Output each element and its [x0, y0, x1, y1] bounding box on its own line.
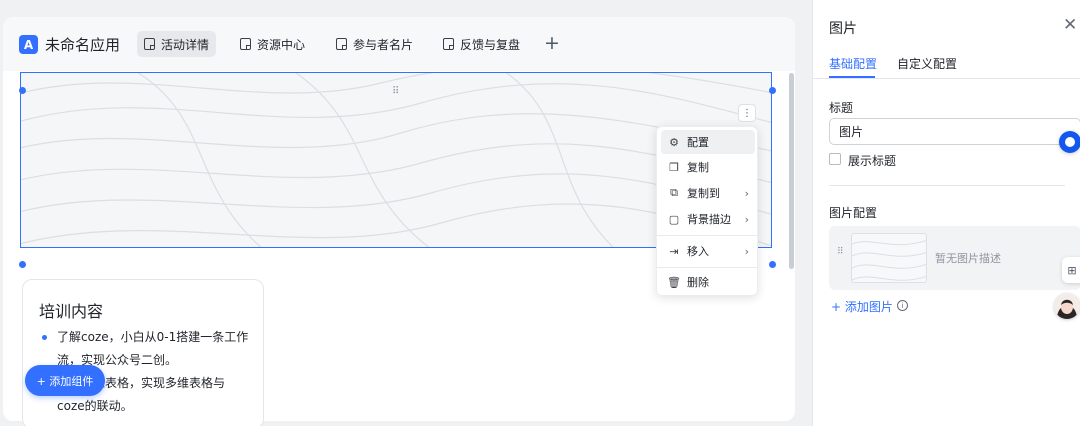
app-name[interactable]: 未命名应用: [45, 34, 120, 55]
menu-item-label: 删除: [687, 276, 709, 289]
add-page-button[interactable]: +: [543, 33, 561, 53]
resize-handle-bottom-left[interactable]: [19, 261, 26, 268]
resize-handle-top-left[interactable]: [19, 87, 26, 94]
tab-label: 活动详情: [161, 37, 210, 52]
tab-resource-center[interactable]: 资源中心: [233, 31, 312, 57]
section-divider: [829, 185, 1065, 186]
drag-handle-icon[interactable]: ⠿: [392, 87, 399, 97]
app-logo-icon: A: [19, 35, 38, 54]
apps-grid-icon[interactable]: ⊞: [1062, 257, 1080, 283]
avatar-image: [1054, 293, 1080, 319]
tab-label: 参与者名片: [353, 37, 414, 52]
chevron-right-icon: ›: [744, 212, 749, 226]
tab-custom-config[interactable]: 自定义配置: [897, 55, 957, 72]
add-image-button[interactable]: + 添加图片: [831, 298, 893, 315]
image-thumbnail[interactable]: [851, 233, 927, 283]
drag-handle-icon[interactable]: ⠿: [837, 248, 844, 257]
page-icon: [144, 38, 155, 50]
add-component-button[interactable]: + 添加组件: [25, 365, 105, 396]
move-in-icon: ⇥: [669, 244, 679, 258]
show-title-label: 展示标题: [848, 154, 897, 168]
menu-divider: [657, 267, 757, 268]
assistant-float-icon[interactable]: [1059, 131, 1080, 153]
placeholder-wave-pattern: [852, 240, 926, 281]
tab-activity-details[interactable]: 活动详情: [137, 31, 217, 57]
tab-label: 反馈与复盘: [460, 37, 521, 52]
canvas-scrollbar[interactable]: [789, 73, 794, 269]
tab-participant-cards[interactable]: 参与者名片: [329, 31, 420, 57]
menu-item-delete[interactable]: 🗑 删除: [661, 270, 755, 294]
copy-to-icon: ⧉: [670, 186, 678, 199]
image-list-item[interactable]: ⠿ 暂无图片描述: [829, 226, 1080, 290]
component-context-menu: ⚙ 配置 ❐ 复制 ⧉ 复制到 › ▢ 背景描边 › ⇥ 移入 › 🗑 删除: [656, 126, 758, 296]
page-icon: [240, 38, 251, 50]
tab-feedback-review[interactable]: 反馈与复盘: [436, 31, 527, 57]
border-icon: ▢: [668, 212, 680, 226]
chevron-right-icon: ›: [744, 244, 749, 258]
image-config-label: 图片配置: [829, 206, 878, 220]
info-icon[interactable]: i: [897, 300, 908, 311]
image-description: 暂无图片描述: [935, 252, 1001, 265]
menu-item-label: 背景描边: [687, 213, 731, 226]
more-options-button[interactable]: ⋮: [738, 104, 756, 122]
menu-divider: [657, 235, 757, 236]
resize-handle-bottom-right[interactable]: [769, 261, 776, 268]
menu-item-label: 复制: [687, 161, 709, 174]
tab-divider: [813, 78, 1080, 79]
menu-item-copy-to[interactable]: ⧉ 复制到 ›: [661, 181, 755, 205]
menu-item-label: 复制到: [687, 187, 720, 200]
title-label: 标题: [829, 101, 854, 115]
panel-title: 图片: [829, 21, 857, 37]
menu-item-move-in[interactable]: ⇥ 移入 ›: [661, 239, 755, 263]
trash-icon: 🗑: [667, 275, 681, 289]
training-content-card[interactable]: 培训内容 了解coze，小白从0-1搭建一条工作流，实现公众号二创。 了解多维表…: [22, 279, 264, 426]
menu-item-label: 移入: [687, 245, 709, 258]
copy-icon: ❐: [669, 160, 679, 174]
page-icon: [443, 38, 454, 50]
card-title: 培训内容: [39, 302, 104, 321]
close-icon[interactable]: ✕: [1063, 15, 1077, 35]
resize-handle-top-right[interactable]: [769, 87, 776, 94]
app-header: A 未命名应用 活动详情 资源中心 参与者名片 反馈与复盘 +: [3, 17, 795, 69]
menu-item-background-border[interactable]: ▢ 背景描边 ›: [661, 207, 755, 231]
title-input[interactable]: [829, 118, 1080, 145]
menu-item-label: 配置: [687, 136, 709, 149]
properties-panel: 图片 ✕ 基础配置 自定义配置 标题 展示标题 图片配置 ⠿ 暂无图片描述 + …: [812, 0, 1080, 426]
show-title-checkbox[interactable]: [829, 153, 841, 165]
tab-label: 资源中心: [257, 37, 306, 52]
gear-icon: ⚙: [669, 135, 679, 149]
page-icon: [336, 38, 347, 50]
chevron-right-icon: ›: [744, 186, 749, 200]
menu-item-configure[interactable]: ⚙ 配置: [661, 130, 755, 154]
tab-basic-config[interactable]: 基础配置: [829, 55, 877, 72]
menu-item-copy[interactable]: ❐ 复制: [661, 155, 755, 179]
avatar[interactable]: [1054, 293, 1080, 319]
